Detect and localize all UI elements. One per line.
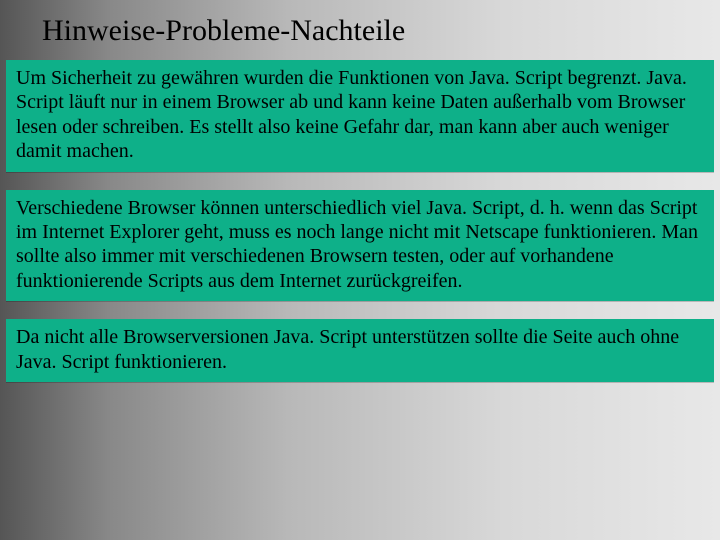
content-box-1: Um Sicherheit zu gewähren wurden die Fun… (6, 60, 714, 172)
content-box-2: Verschiedene Browser können unterschiedl… (6, 190, 714, 302)
box-text: Da nicht alle Browserversionen Java. Scr… (16, 325, 704, 374)
content-box-3: Da nicht alle Browserversionen Java. Scr… (6, 319, 714, 382)
box-text: Verschiedene Browser können unterschiedl… (16, 196, 704, 294)
page-title: Hinweise-Probleme-Nachteile (42, 14, 720, 48)
box-text: Um Sicherheit zu gewähren wurden die Fun… (16, 66, 704, 164)
slide: Hinweise-Probleme-Nachteile Um Sicherhei… (0, 0, 720, 382)
